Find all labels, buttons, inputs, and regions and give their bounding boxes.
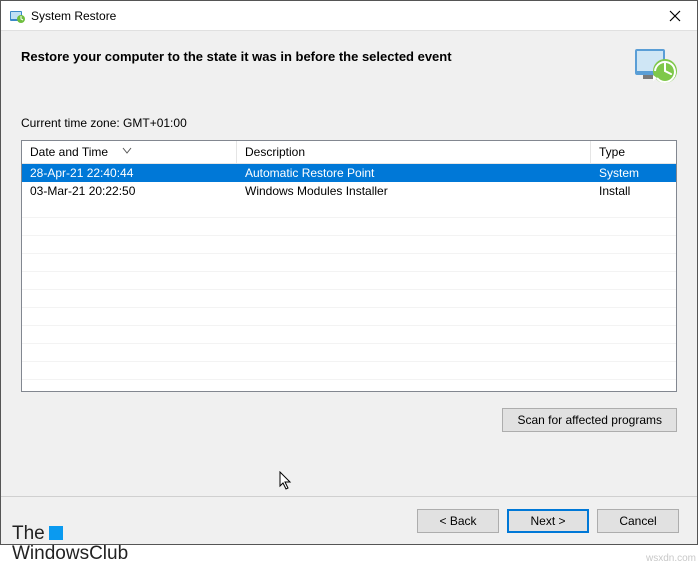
table-cell: 03-Mar-21 20:22:50: [22, 184, 237, 198]
table-row-empty: [22, 362, 676, 380]
column-description-label: Description: [245, 145, 305, 159]
column-type-label: Type: [599, 145, 625, 159]
system-restore-icon: [9, 8, 25, 24]
table-row-empty: [22, 290, 676, 308]
system-restore-window: System Restore Restore your computer to …: [0, 0, 698, 545]
titlebar: System Restore: [1, 1, 697, 31]
table-row-empty: [22, 272, 676, 290]
table-row[interactable]: 28-Apr-21 22:40:44Automatic Restore Poin…: [22, 164, 676, 182]
page-heading: Restore your computer to the state it wa…: [21, 49, 677, 64]
table-cell: 28-Apr-21 22:40:44: [22, 166, 237, 180]
scan-affected-button[interactable]: Scan for affected programs: [502, 408, 677, 432]
table-body: 28-Apr-21 22:40:44Automatic Restore Poin…: [22, 164, 676, 380]
table-cell: Windows Modules Installer: [237, 184, 591, 198]
table-row-empty: [22, 200, 676, 218]
cancel-button[interactable]: Cancel: [597, 509, 679, 533]
restore-points-table[interactable]: Date and Time Description Type 28-Apr-21…: [21, 140, 677, 392]
logo-line2: WindowsClub: [12, 543, 128, 564]
table-row-empty: [22, 326, 676, 344]
table-row[interactable]: 03-Mar-21 20:22:50Windows Modules Instal…: [22, 182, 676, 200]
column-description[interactable]: Description: [237, 141, 591, 163]
column-date-time[interactable]: Date and Time: [22, 141, 237, 163]
content-area: Restore your computer to the state it wa…: [1, 31, 697, 432]
windowsclub-logo: The WindowsClub: [12, 524, 128, 564]
logo-square-icon: [49, 526, 63, 540]
table-cell: Install: [591, 184, 676, 198]
table-cell: Automatic Restore Point: [237, 166, 591, 180]
column-type[interactable]: Type: [591, 141, 676, 163]
window-title: System Restore: [31, 9, 652, 23]
sort-desc-icon: [122, 144, 132, 154]
back-button[interactable]: < Back: [417, 509, 499, 533]
table-cell: System: [591, 166, 676, 180]
table-header: Date and Time Description Type: [22, 141, 676, 164]
column-date-time-label: Date and Time: [30, 145, 108, 159]
watermark: wsxdn.com: [646, 553, 696, 564]
logo-line1: The: [12, 523, 45, 544]
table-row-empty: [22, 308, 676, 326]
timezone-label: Current time zone: GMT+01:00: [21, 116, 677, 130]
close-button[interactable]: [652, 1, 697, 31]
table-row-empty: [22, 344, 676, 362]
table-row-empty: [22, 218, 676, 236]
restore-hero-icon: [633, 41, 679, 87]
next-button[interactable]: Next >: [507, 509, 589, 533]
table-row-empty: [22, 254, 676, 272]
table-row-empty: [22, 236, 676, 254]
